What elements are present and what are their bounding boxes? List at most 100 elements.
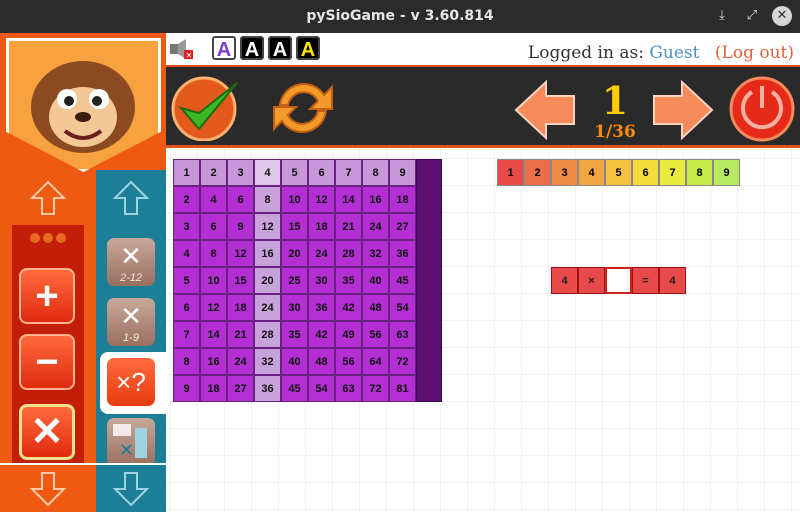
table-cell[interactable]: 35: [281, 321, 308, 348]
table-cell[interactable]: 4: [173, 240, 200, 267]
minus-button[interactable]: −: [19, 334, 75, 390]
table-cell[interactable]: 45: [281, 375, 308, 402]
digit-button-1[interactable]: 1: [497, 159, 524, 186]
table-cell[interactable]: 9: [389, 159, 416, 186]
font-size-button-1[interactable]: A: [212, 36, 236, 61]
table-cell[interactable]: 28: [335, 240, 362, 267]
table-cell[interactable]: 64: [362, 348, 389, 375]
table-cell[interactable]: 30: [308, 267, 335, 294]
table-cell[interactable]: 28: [254, 321, 281, 348]
table-cell[interactable]: 4: [254, 159, 281, 186]
table-cell[interactable]: 9: [227, 213, 254, 240]
scroll-down-arrow-right[interactable]: [96, 463, 166, 512]
next-arrow-icon[interactable]: [650, 78, 716, 142]
font-size-button-2[interactable]: A: [240, 36, 264, 61]
table-cell[interactable]: 42: [335, 294, 362, 321]
table-cell[interactable]: 18: [227, 294, 254, 321]
table-cell[interactable]: 8: [362, 159, 389, 186]
digit-button-2[interactable]: 2: [524, 159, 551, 186]
table-cell[interactable]: 30: [281, 294, 308, 321]
plus-button[interactable]: +: [19, 268, 75, 324]
table-cell[interactable]: 24: [227, 348, 254, 375]
table-cell[interactable]: 36: [254, 375, 281, 402]
table-cell[interactable]: 15: [227, 267, 254, 294]
table-cell[interactable]: 54: [308, 375, 335, 402]
table-cell[interactable]: 40: [281, 348, 308, 375]
previous-arrow-icon[interactable]: [512, 78, 578, 142]
game-multiply-2-12[interactable]: ✕ 2-12: [107, 238, 155, 286]
table-cell[interactable]: 49: [335, 321, 362, 348]
table-cell[interactable]: 1: [173, 159, 200, 186]
table-cell[interactable]: 18: [200, 375, 227, 402]
table-cell[interactable]: 6: [308, 159, 335, 186]
table-cell[interactable]: 24: [308, 240, 335, 267]
table-cell[interactable]: 8: [254, 186, 281, 213]
table-cell[interactable]: 24: [254, 294, 281, 321]
table-cell[interactable]: 14: [200, 321, 227, 348]
table-cell[interactable]: 7: [335, 159, 362, 186]
table-cell[interactable]: 3: [173, 213, 200, 240]
table-cell[interactable]: 5: [281, 159, 308, 186]
table-cell[interactable]: 36: [389, 240, 416, 267]
table-cell[interactable]: 16: [200, 348, 227, 375]
digit-button-6[interactable]: 6: [632, 159, 659, 186]
digit-button-5[interactable]: 5: [605, 159, 632, 186]
table-cell[interactable]: 2: [200, 159, 227, 186]
digit-button-7[interactable]: 7: [659, 159, 686, 186]
table-cell[interactable]: 20: [281, 240, 308, 267]
table-cell[interactable]: 56: [335, 348, 362, 375]
sound-muted-icon[interactable]: ✕: [168, 38, 194, 60]
table-cell[interactable]: 81: [389, 375, 416, 402]
table-cell[interactable]: 10: [200, 267, 227, 294]
digit-button-3[interactable]: 3: [551, 159, 578, 186]
minimize-button[interactable]: ⤓: [712, 6, 732, 26]
maximize-button[interactable]: ⤢: [742, 6, 762, 26]
table-cell[interactable]: 45: [389, 267, 416, 294]
table-cell[interactable]: 12: [200, 294, 227, 321]
digit-button-8[interactable]: 8: [686, 159, 713, 186]
table-cell[interactable]: 20: [254, 267, 281, 294]
answer-input-cell[interactable]: [605, 267, 632, 294]
table-cell[interactable]: 3: [227, 159, 254, 186]
table-cell[interactable]: 21: [227, 321, 254, 348]
table-cell[interactable]: 56: [362, 321, 389, 348]
refresh-icon[interactable]: [270, 75, 336, 141]
table-cell[interactable]: 63: [389, 321, 416, 348]
table-cell[interactable]: 6: [227, 186, 254, 213]
table-cell[interactable]: 8: [173, 348, 200, 375]
scroll-up-arrow-right[interactable]: [96, 170, 166, 225]
logout-link[interactable]: (Log out): [715, 43, 794, 63]
table-cell[interactable]: 10: [281, 186, 308, 213]
table-cell[interactable]: 42: [308, 321, 335, 348]
table-cell[interactable]: 18: [308, 213, 335, 240]
table-cell[interactable]: 24: [362, 213, 389, 240]
table-cell[interactable]: 8: [200, 240, 227, 267]
check-answer-icon[interactable]: [171, 75, 241, 142]
table-cell[interactable]: 72: [362, 375, 389, 402]
close-game-button[interactable]: ✕: [19, 404, 75, 460]
table-cell[interactable]: 18: [389, 186, 416, 213]
digit-button-9[interactable]: 9: [713, 159, 740, 186]
table-cell[interactable]: 48: [362, 294, 389, 321]
table-cell[interactable]: 4: [200, 186, 227, 213]
table-cell[interactable]: 12: [308, 186, 335, 213]
power-exit-icon[interactable]: [728, 76, 796, 142]
font-size-button-4[interactable]: A: [296, 36, 320, 61]
table-cell[interactable]: 40: [362, 267, 389, 294]
table-cell[interactable]: 36: [308, 294, 335, 321]
table-cell[interactable]: 16: [254, 240, 281, 267]
table-cell[interactable]: 9: [173, 375, 200, 402]
digit-button-4[interactable]: 4: [578, 159, 605, 186]
game-multiplication-table[interactable]: ✕: [107, 418, 155, 466]
font-size-button-3[interactable]: A: [268, 36, 292, 61]
game-multiply-missing[interactable]: ×?: [107, 358, 155, 406]
table-cell[interactable]: 16: [362, 186, 389, 213]
table-cell[interactable]: 35: [335, 267, 362, 294]
table-cell[interactable]: 63: [335, 375, 362, 402]
scroll-up-arrow-left[interactable]: [0, 170, 96, 225]
scroll-down-arrow-left[interactable]: [0, 463, 96, 512]
table-cell[interactable]: 12: [254, 213, 281, 240]
table-cell[interactable]: 12: [227, 240, 254, 267]
game-multiply-1-9[interactable]: ✕ 1-9: [107, 298, 155, 346]
table-cell[interactable]: 15: [281, 213, 308, 240]
